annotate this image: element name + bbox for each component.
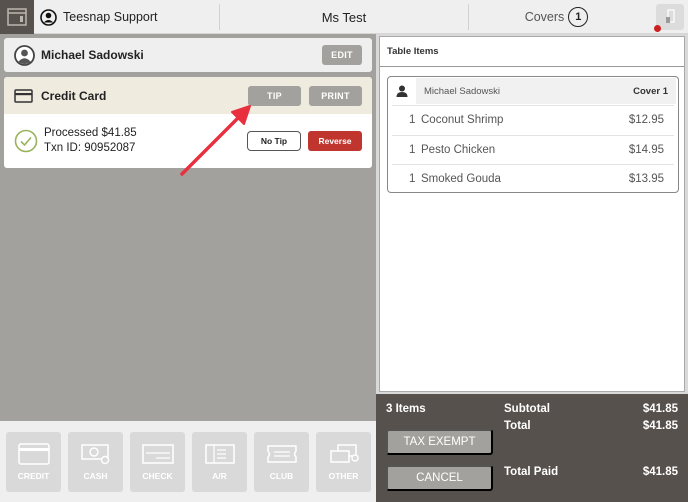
avatar-icon bbox=[14, 44, 35, 66]
item-name: Pesto Chicken bbox=[421, 143, 496, 156]
item-quantity: 1 bbox=[409, 173, 416, 186]
transaction-id: Txn ID: 90952087 bbox=[44, 142, 136, 154]
print-button[interactable]: PRINT bbox=[309, 85, 362, 106]
no-tip-button[interactable]: No Tip bbox=[247, 131, 301, 151]
user-name: Teesnap Support bbox=[63, 10, 158, 24]
tender-label: OTHER bbox=[328, 470, 359, 481]
current-user[interactable]: Teesnap Support bbox=[40, 0, 158, 34]
ticket-icon bbox=[266, 444, 297, 463]
edit-button[interactable]: EDIT bbox=[322, 45, 362, 65]
tender-label: CASH bbox=[83, 470, 108, 481]
register-icon[interactable] bbox=[0, 0, 34, 34]
tender-club-button[interactable]: CLUB bbox=[254, 431, 309, 492]
customer-name: Michael Sadowski bbox=[41, 48, 144, 62]
table-items-header: Table Items bbox=[380, 37, 684, 67]
payment-body: Processed $41.85 Txn ID: 90952087 No Tip… bbox=[4, 114, 372, 168]
top-bar: Teesnap Support Ms Test Covers 1 bbox=[0, 0, 688, 34]
item-name: Coconut Shrimp bbox=[421, 114, 504, 127]
item-price: $14.95 bbox=[628, 143, 664, 156]
item-quantity: 1 bbox=[409, 114, 416, 127]
cover-guest-name: Michael Sadowski bbox=[424, 85, 501, 97]
check-icon bbox=[141, 443, 174, 464]
line-item[interactable]: 1 Pesto Chicken $14.95 bbox=[392, 134, 674, 165]
tender-cash-button[interactable]: CASH bbox=[68, 431, 123, 492]
line-item[interactable]: 1 Coconut Shrimp $12.95 bbox=[392, 105, 674, 135]
cover-header-bar: Michael Sadowski Cover 1 bbox=[416, 78, 676, 104]
order-summary: 3 Items TAX EXEMPT CANCEL Subtotal $41.8… bbox=[376, 394, 688, 502]
user-circle-icon bbox=[40, 8, 57, 26]
device-icon bbox=[666, 9, 675, 23]
tender-other-button[interactable]: OTHER bbox=[316, 431, 371, 492]
total-value: $41.85 bbox=[642, 420, 678, 432]
cover-header[interactable]: Michael Sadowski Cover 1 bbox=[388, 77, 678, 105]
table-items-box: Table Items Michael Sadowski Cover 1 1 C… bbox=[379, 36, 685, 392]
tender-bar: CREDIT CASH CHECK A/R CLUB OTHER bbox=[0, 421, 376, 502]
payment-header: Credit Card TIP PRINT bbox=[4, 77, 372, 114]
table-name: Ms Test bbox=[321, 9, 367, 25]
tender-label: CHECK bbox=[142, 470, 173, 481]
item-name: Smoked Gouda bbox=[421, 173, 501, 186]
total-label: Total bbox=[504, 420, 531, 432]
total-paid-label: Total Paid bbox=[504, 466, 559, 478]
tip-button[interactable]: TIP bbox=[248, 85, 301, 106]
cash-icon bbox=[80, 443, 109, 464]
items-count: 3 Items bbox=[386, 403, 426, 415]
other-cards-icon bbox=[329, 443, 359, 463]
status-dot bbox=[654, 25, 661, 32]
person-icon bbox=[396, 85, 408, 97]
item-price: $13.95 bbox=[628, 173, 664, 186]
subtotal-label: Subtotal bbox=[504, 403, 550, 415]
reverse-button[interactable]: Reverse bbox=[308, 131, 362, 151]
tender-credit-button[interactable]: CREDIT bbox=[6, 431, 61, 492]
payment-method: Credit Card bbox=[41, 88, 107, 103]
tender-label: A/R bbox=[212, 470, 227, 481]
cover-group: Michael Sadowski Cover 1 1 Coconut Shrim… bbox=[387, 76, 679, 193]
covers-count-badge: 1 bbox=[568, 7, 589, 27]
credit-card-icon bbox=[17, 442, 50, 465]
payment-card: Credit Card TIP PRINT Processed $41.85 T… bbox=[4, 77, 372, 168]
item-quantity: 1 bbox=[409, 143, 416, 156]
cover-label: Cover 1 bbox=[633, 85, 668, 97]
customer-card: Michael Sadowski EDIT bbox=[4, 38, 372, 72]
tax-exempt-button[interactable]: TAX EXEMPT bbox=[386, 429, 493, 455]
covers-indicator[interactable]: Covers 1 bbox=[469, 0, 644, 34]
checkmark-circle-icon bbox=[14, 129, 38, 153]
payment-status: Processed $41.85 bbox=[44, 127, 137, 139]
tender-label: CREDIT bbox=[17, 470, 50, 481]
tender-check-button[interactable]: CHECK bbox=[130, 431, 185, 492]
line-item[interactable]: 1 Smoked Gouda $13.95 bbox=[392, 164, 674, 194]
credit-card-icon bbox=[14, 88, 33, 103]
ledger-icon bbox=[204, 443, 235, 464]
tender-label: CLUB bbox=[269, 470, 294, 481]
covers-label: Covers bbox=[524, 10, 565, 24]
item-price: $12.95 bbox=[628, 114, 664, 127]
total-paid-value: $41.85 bbox=[642, 466, 678, 478]
payment-info: Processed $41.85 Txn ID: 90952087 bbox=[44, 126, 247, 156]
cancel-button[interactable]: CANCEL bbox=[386, 465, 493, 491]
subtotal-value: $41.85 bbox=[642, 403, 678, 415]
table-items-panel: Table Items Michael Sadowski Cover 1 1 C… bbox=[376, 34, 688, 394]
tender-ar-button[interactable]: A/R bbox=[192, 431, 247, 492]
